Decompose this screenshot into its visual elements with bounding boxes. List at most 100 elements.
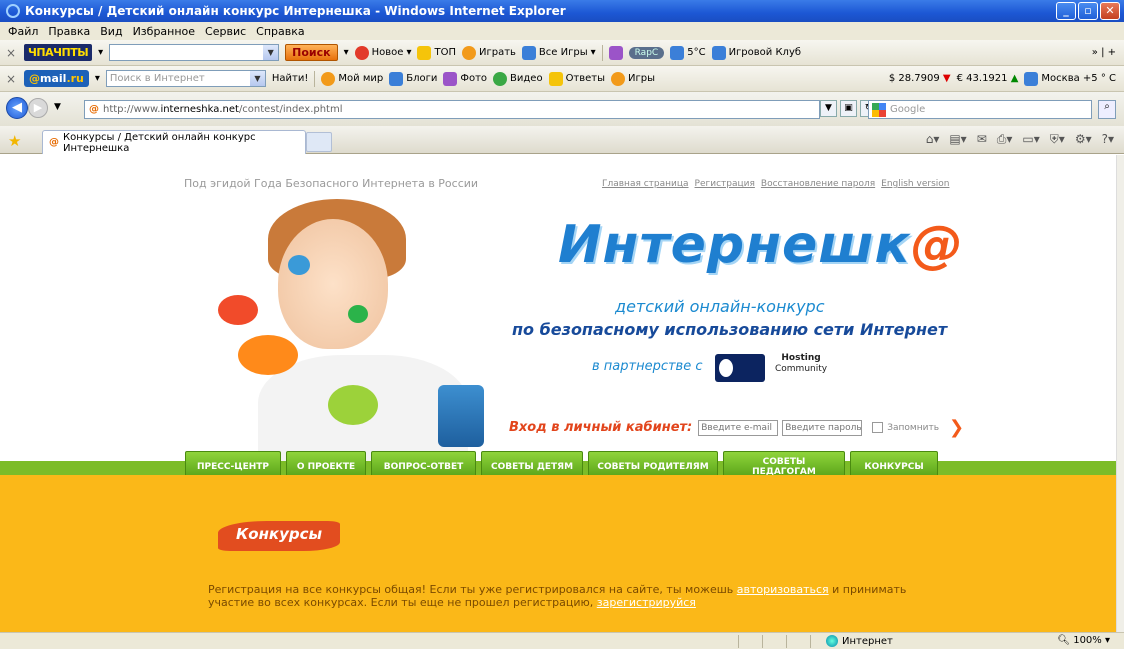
register-link[interactable]: зарегистрируйся [597, 596, 696, 609]
toolbar-item-new[interactable]: Новое ▾ [354, 45, 411, 60]
favorites-star-icon[interactable]: ★ [8, 132, 21, 150]
tools-gear-icon[interactable]: ⚙▾ [1075, 132, 1092, 147]
usd-rate: $ 28.7909 ▼ [888, 73, 951, 84]
video-icon [493, 71, 508, 86]
back-button[interactable]: ◀ [6, 97, 28, 119]
toolbar-item-photo[interactable]: Фото [443, 71, 487, 86]
mailru-toolbar: × @mail.ru ▾ Поиск в Интернет ▼ Найти! Мо… [0, 66, 1124, 92]
globe-icon [826, 635, 838, 647]
combo-arrow-icon[interactable]: ▼ [263, 45, 279, 60]
menu-view[interactable]: Вид [100, 25, 122, 38]
toolbar-item-top[interactable]: ТОП [417, 45, 456, 60]
radio-player[interactable]: RapC [628, 46, 665, 59]
login-arrow-icon[interactable]: ❯ [949, 417, 964, 438]
menu-help[interactable]: Справка [256, 25, 304, 38]
toolbar-item-games[interactable]: Игры [611, 71, 655, 86]
world-icon [321, 71, 336, 86]
toolbar-item-video[interactable]: Видео [493, 71, 543, 86]
star-icon [417, 45, 432, 60]
partner-logo-comstar[interactable] [715, 354, 765, 382]
toolbar-item-all-games[interactable]: Все Игры ▾ [521, 45, 596, 60]
status-bar: Интернет 🔍︎ 100% ▾ [0, 632, 1124, 649]
cloud-icon [670, 45, 685, 60]
logo-subtitle-2: по безопасному использованию сети Интерн… [512, 320, 948, 339]
mailru-logo[interactable]: @mail.ru [24, 70, 89, 87]
partner-logo-hosting[interactable]: Hosting Community [775, 353, 827, 375]
link-register[interactable]: Регистрация [695, 179, 755, 189]
play-icon [461, 45, 476, 60]
games-search-input[interactable]: ▼ [109, 44, 280, 61]
compat-view-icon[interactable]: ▣ [840, 100, 857, 117]
link-restore-password[interactable]: Восстановление пароля [761, 179, 875, 189]
remember-checkbox[interactable] [872, 422, 884, 433]
forward-button[interactable]: ▶ [28, 98, 48, 118]
login-label: Вход в личный кабинет: [509, 420, 693, 435]
separator [314, 70, 316, 87]
close-button[interactable]: ✕ [1100, 2, 1120, 20]
home-icon[interactable]: ⌂▾ [926, 132, 940, 147]
city-weather[interactable]: Москва +5 ° C [1024, 71, 1116, 86]
menu-file[interactable]: Файл [8, 25, 38, 38]
page-favicon-icon: @ [89, 104, 99, 115]
mailru-search-input[interactable]: Поиск в Интернет ▼ [105, 70, 266, 87]
google-search-field[interactable]: Google [868, 100, 1092, 119]
password-field[interactable] [782, 419, 863, 436]
toolbar-item-blogs[interactable]: Блоги [389, 71, 437, 86]
page-icon[interactable]: ▭▾ [1022, 132, 1039, 147]
security-zone[interactable]: Интернет [826, 635, 893, 647]
chat-icon[interactable] [608, 45, 623, 60]
search-go-icon[interactable]: ⌕ [1098, 100, 1116, 119]
registration-note: Регистрация на все конкурсы общая! Если … [208, 583, 907, 609]
menu-favorites[interactable]: Избранное [133, 25, 195, 38]
print-icon[interactable]: ⎙▾ [997, 132, 1013, 147]
separator [601, 44, 603, 61]
games-search-button[interactable]: Поиск [285, 44, 338, 61]
dropdown-arrow-icon[interactable]: ▾ [344, 47, 349, 58]
toolbar-close-icon[interactable]: × [6, 46, 18, 60]
vertical-scrollbar[interactable] [1116, 155, 1124, 632]
weather-widget[interactable]: 5°C [670, 45, 706, 60]
question-icon [548, 71, 563, 86]
tab-current[interactable]: @ Конкурсы / Детский онлайн конкурс Инте… [42, 130, 306, 154]
feeds-icon[interactable]: ▤▾ [949, 132, 966, 147]
top-links: Главная страница Регистрация Восстановле… [602, 179, 949, 189]
tab-bar: ★ @ Конкурсы / Детский онлайн конкурс Ин… [0, 126, 1124, 154]
games-toolbar-brand[interactable]: ЧПАЧПТЫ [24, 44, 93, 61]
combo-arrow-icon[interactable]: ▼ [249, 71, 265, 86]
minimize-button[interactable]: _ [1056, 2, 1076, 20]
authorize-link[interactable]: авторизоваться [737, 583, 829, 596]
toolbar-close-icon[interactable]: × [6, 72, 18, 86]
new-tab-button[interactable] [306, 132, 332, 152]
safety-icon[interactable]: ⛨▾ [1050, 132, 1065, 147]
google-icon [872, 102, 886, 117]
menu-edit[interactable]: Правка [48, 25, 90, 38]
mail-icon[interactable]: ✉ [977, 132, 987, 147]
toolbar-item-my-world[interactable]: Мой мир [321, 71, 383, 86]
email-field[interactable] [698, 419, 779, 436]
menu-tools[interactable]: Сервис [205, 25, 246, 38]
help-icon[interactable]: ?▾ [1102, 132, 1114, 147]
section-title: Конкурсы [218, 521, 340, 551]
history-dropdown-icon[interactable]: ▼ [54, 102, 61, 112]
brand-menu-arrow-icon[interactable]: ▾ [98, 47, 103, 58]
heart-icon [354, 45, 369, 60]
find-button[interactable]: Найти! [272, 73, 308, 84]
toolbar-item-play[interactable]: Играть [461, 45, 516, 60]
club-icon [711, 45, 726, 60]
cloud-icon [1024, 71, 1039, 86]
more-chevron-icon[interactable]: » | + [1092, 47, 1116, 58]
logo-subtitle-1: детский онлайн-конкурс [615, 297, 825, 316]
zoom-control[interactable]: 🔍︎ 100% ▾ [1057, 635, 1110, 646]
url-dropdown-icon[interactable]: ▼ [820, 100, 837, 117]
link-english[interactable]: English version [881, 179, 949, 189]
site-logo[interactable]: Интернешк@ [558, 215, 964, 275]
games-toolbar: × ЧПАЧПТЫ ▾ ▼ Поиск ▾ Новое ▾ ТОП Играть… [0, 40, 1124, 66]
toolbar-item-answers[interactable]: Ответы [548, 71, 605, 86]
link-home[interactable]: Главная страница [602, 179, 689, 189]
brand-menu-arrow-icon[interactable]: ▾ [95, 73, 100, 84]
login-form: Вход в личный кабинет: Запомнить ❯ [509, 417, 964, 438]
maximize-button[interactable]: ▫ [1078, 2, 1098, 20]
menu-bar: Файл Правка Вид Избранное Сервис Справка [0, 22, 1124, 40]
game-club-link[interactable]: Игровой Клуб [711, 45, 801, 60]
url-field[interactable]: @ http://www.interneshka.net/contest/ind… [84, 100, 820, 119]
